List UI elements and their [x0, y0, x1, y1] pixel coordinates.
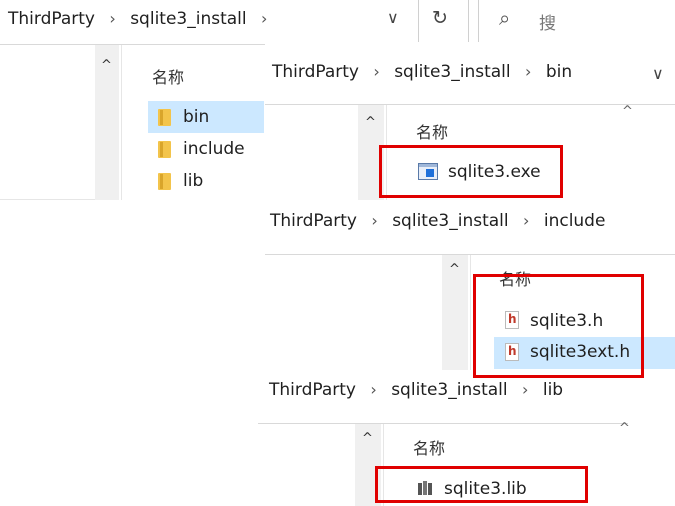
chevron-right-icon[interactable]: › [373, 62, 379, 81]
highlight-box-include [473, 274, 644, 378]
chevron-right-icon[interactable]: › [261, 9, 267, 28]
search-placeholder: 搜 [539, 14, 556, 34]
folder-name: bin [183, 107, 210, 127]
folder-name: lib [183, 171, 204, 191]
dropdown-history-icon[interactable]: ∨ [652, 64, 664, 83]
breadcrumb-thirdparty[interactable]: ThirdParty [269, 380, 356, 400]
breadcrumb-thirdparty[interactable]: ThirdParty [270, 211, 357, 231]
search-box[interactable]: ⌕ 搜 [478, 0, 561, 42]
breadcrumb-sqlite3-install[interactable]: sqlite3_install [130, 9, 246, 29]
folder-name: include [183, 139, 245, 159]
folder-icon [158, 141, 171, 158]
chevron-right-icon[interactable]: › [522, 380, 528, 399]
breadcrumb: ThirdParty › sqlite3_install › lib [269, 380, 563, 400]
chevron-right-icon[interactable]: › [523, 211, 529, 230]
column-header-name[interactable]: 名称 [413, 435, 445, 459]
chevron-right-icon[interactable]: › [109, 9, 115, 28]
chevron-right-icon[interactable]: › [525, 62, 531, 81]
breadcrumb: ThirdParty › sqlite3_install › [8, 9, 276, 29]
breadcrumb-sqlite3-install[interactable]: sqlite3_install [394, 62, 510, 82]
sort-ascending-icon[interactable]: ^ [619, 421, 630, 436]
chevron-right-icon[interactable]: › [370, 380, 376, 399]
highlight-box-bin [379, 145, 563, 198]
scroll-up-icon[interactable]: ^ [362, 431, 373, 446]
scroll-up-icon[interactable]: ^ [101, 58, 112, 73]
breadcrumb-sqlite3-install[interactable]: sqlite3_install [391, 380, 507, 400]
breadcrumb-thirdparty[interactable]: ThirdParty [272, 62, 359, 82]
highlight-box-lib [375, 466, 588, 503]
breadcrumb-include[interactable]: include [544, 211, 606, 231]
refresh-icon[interactable]: ↻ [432, 7, 448, 29]
search-icon: ⌕ [499, 6, 511, 30]
breadcrumb-lib[interactable]: lib [543, 380, 563, 400]
dropdown-history-icon[interactable]: ∨ [387, 8, 399, 27]
folder-icon [158, 173, 171, 190]
column-header-name[interactable]: 名称 [416, 119, 448, 143]
breadcrumb-bin[interactable]: bin [546, 62, 572, 82]
scroll-up-icon[interactable]: ^ [449, 262, 460, 277]
breadcrumb-sqlite3-install[interactable]: sqlite3_install [392, 211, 508, 231]
breadcrumb: ThirdParty › sqlite3_install › bin [272, 62, 572, 82]
breadcrumb: ThirdParty › sqlite3_install › include [270, 211, 605, 231]
scroll-up-icon[interactable]: ^ [365, 115, 376, 130]
folder-icon [158, 109, 171, 126]
column-header-name[interactable]: 名称 [152, 64, 184, 88]
sort-ascending-icon[interactable]: ^ [622, 104, 633, 119]
chevron-right-icon[interactable]: › [371, 211, 377, 230]
breadcrumb-thirdparty[interactable]: ThirdParty [8, 9, 95, 29]
